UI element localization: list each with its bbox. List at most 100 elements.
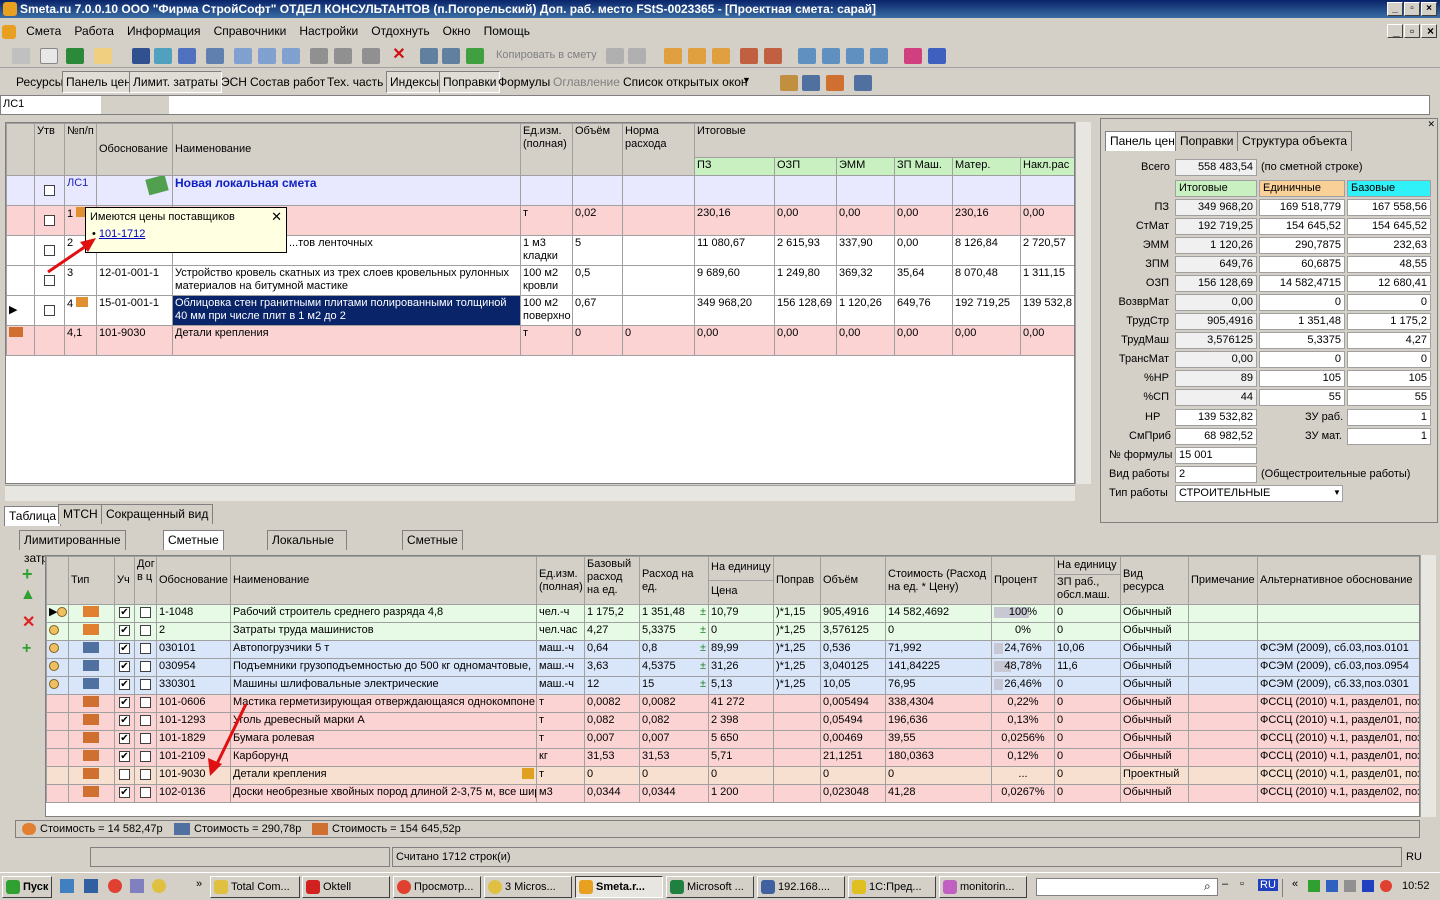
correction-plus-icon[interactable]: ± [700,660,706,673]
col-base-rate[interactable]: Базовый расход на ед. [584,556,640,605]
tab-indices[interactable]: Индексы [386,71,443,93]
resource-icon[interactable] [664,48,682,64]
col-zpm[interactable]: ЗП Маш. [894,157,953,176]
tab-corrections[interactable]: Поправки [439,71,501,93]
col-percent[interactable]: Процент [991,556,1055,605]
col-kind[interactable]: Вид ресурса [1120,556,1189,605]
open-icon[interactable] [40,48,58,64]
eraser-icon[interactable] [904,48,922,64]
tab-estimate-resources[interactable]: Сметные ресурсы [163,530,224,565]
row-rate-cell[interactable]: 0,082 [639,712,709,731]
contract-checkbox[interactable] [140,678,151,690]
outdent-icon[interactable] [822,48,840,64]
col-per-unit[interactable]: На единицу Цена [708,556,774,605]
chevron-left-icon[interactable]: « [1292,878,1298,890]
row-rate-cell[interactable]: ±1 351,48 [639,604,709,623]
contract-checkbox[interactable] [140,732,151,744]
chrome-icon[interactable] [108,879,122,893]
task-smeta[interactable]: Smeta.r... [575,876,663,898]
tab-price-panel[interactable]: Панель цен [62,71,135,93]
col-name[interactable]: Наименование [230,556,537,605]
search-icon[interactable] [94,48,112,64]
price-row-unit[interactable]: 0 [1259,351,1345,368]
row-kind[interactable]: Обычный [1120,676,1189,695]
contract-checkbox[interactable] [140,642,151,654]
contract-checkbox[interactable] [140,624,151,636]
col-nakl[interactable]: Накл.рас [1019,157,1074,176]
correction-plus-icon[interactable]: ± [700,606,706,619]
row-price[interactable]: 1 200 [708,784,774,803]
price-row-unit[interactable]: 55 [1259,389,1345,406]
task-totalcmd[interactable]: Total Com... [210,876,300,898]
menu-rest[interactable]: Отдохнуть [366,20,434,42]
doc-restore-button[interactable]: ▫ [1404,24,1420,38]
task-excel[interactable]: Microsoft ... [666,876,754,898]
price-row-unit[interactable]: 154 645,52 [1259,218,1345,235]
contract-checkbox[interactable] [140,714,151,726]
col-uch[interactable]: Уч [114,556,135,605]
price-row-base[interactable]: 105 [1347,370,1431,387]
approve-checkbox[interactable] [44,214,55,226]
row-rate-cell[interactable]: ±5,3375 [639,622,709,641]
row-price[interactable]: 0 [708,622,774,641]
tab-short-view[interactable]: Сокращенный вид [101,504,214,524]
col-corr[interactable]: Поправ [773,556,821,605]
col-rate[interactable]: Расход на ед. [639,556,709,605]
price-row-unit[interactable]: 5,3375 [1259,332,1345,349]
resources-vscroll[interactable] [1420,555,1436,817]
excel-icon[interactable] [66,48,84,64]
add-resource-icon[interactable]: + [22,564,33,585]
bricks-icon[interactable] [826,75,844,91]
tray-icon[interactable] [1308,880,1320,892]
col-approved[interactable]: Утв [34,123,65,176]
row-price[interactable]: 5 650 [708,730,774,749]
ls-tab-placeholder[interactable] [101,96,169,114]
insert-row-icon[interactable] [234,48,252,64]
insert-sub-icon[interactable] [258,48,276,64]
tab-resources[interactable]: Ресурсы [12,71,67,93]
supplier-price-icon[interactable] [76,297,89,307]
rp-tab-corrections[interactable]: Поправки [1175,131,1239,151]
row-rate-cell[interactable]: ±15 [639,676,709,695]
contract-checkbox[interactable] [140,696,151,708]
include-checkbox[interactable]: ✔ [119,750,130,762]
doc-close-button[interactable]: × [1421,24,1437,38]
row-price[interactable]: 0 [708,766,774,785]
row-rate-cell[interactable]: ±0,8 [639,640,709,659]
chevron-right-icon[interactable]: » [196,878,202,890]
col-basis[interactable]: Обоснование [96,123,173,176]
col-cost[interactable]: Стоимость (Расход на ед. * Цену) [885,556,992,605]
contract-checkbox[interactable] [140,660,151,672]
include-checkbox[interactable]: ✔ [119,732,130,744]
col-pz[interactable]: ПЗ [694,157,775,176]
menu-refs[interactable]: Справочники [209,20,292,42]
row-name[interactable]: Облицовка стен гранитными плитами полиро… [172,295,521,326]
table-row[interactable]: ✔ 102-0136 Доски необрезные хвойных пород … [46,784,1419,803]
row-note[interactable] [1188,622,1258,641]
menu-settings[interactable]: Настройки [294,20,363,42]
row-note[interactable] [1188,676,1258,695]
row-kind[interactable]: Обычный [1120,784,1189,803]
calc-icon[interactable] [420,48,438,64]
rp-tab-prices[interactable]: Панель цен [1105,131,1180,151]
price-row-base[interactable]: 55 [1347,389,1431,406]
move-up-icon[interactable]: ▲ [20,586,36,604]
table-row[interactable]: 3 12-01-001-1 Устройство кровель скатных… [6,265,1074,296]
row-rate-cell[interactable]: 0 [639,766,709,785]
row-kind[interactable]: Обычный [1120,622,1189,641]
price-row-base[interactable]: 154 645,52 [1347,218,1431,235]
include-checkbox[interactable] [119,768,130,780]
minimize-button[interactable]: _ [1387,2,1403,16]
new-icon[interactable] [12,48,30,64]
correction-plus-icon[interactable]: ± [700,624,706,637]
resource3-icon[interactable] [712,48,730,64]
tooltip-close-icon[interactable]: ✕ [271,209,282,225]
row-volume[interactable]: 0,5 [572,265,623,296]
include-checkbox[interactable]: ✔ [119,786,130,798]
task-oktell[interactable]: Oktell [302,876,390,898]
copy-icon[interactable] [362,48,380,64]
contract-checkbox[interactable] [140,606,151,618]
row-kind[interactable]: Обычный [1120,640,1189,659]
approve-checkbox[interactable] [44,184,55,196]
tab-limited[interactable]: Лимитированные затраты [19,530,126,565]
